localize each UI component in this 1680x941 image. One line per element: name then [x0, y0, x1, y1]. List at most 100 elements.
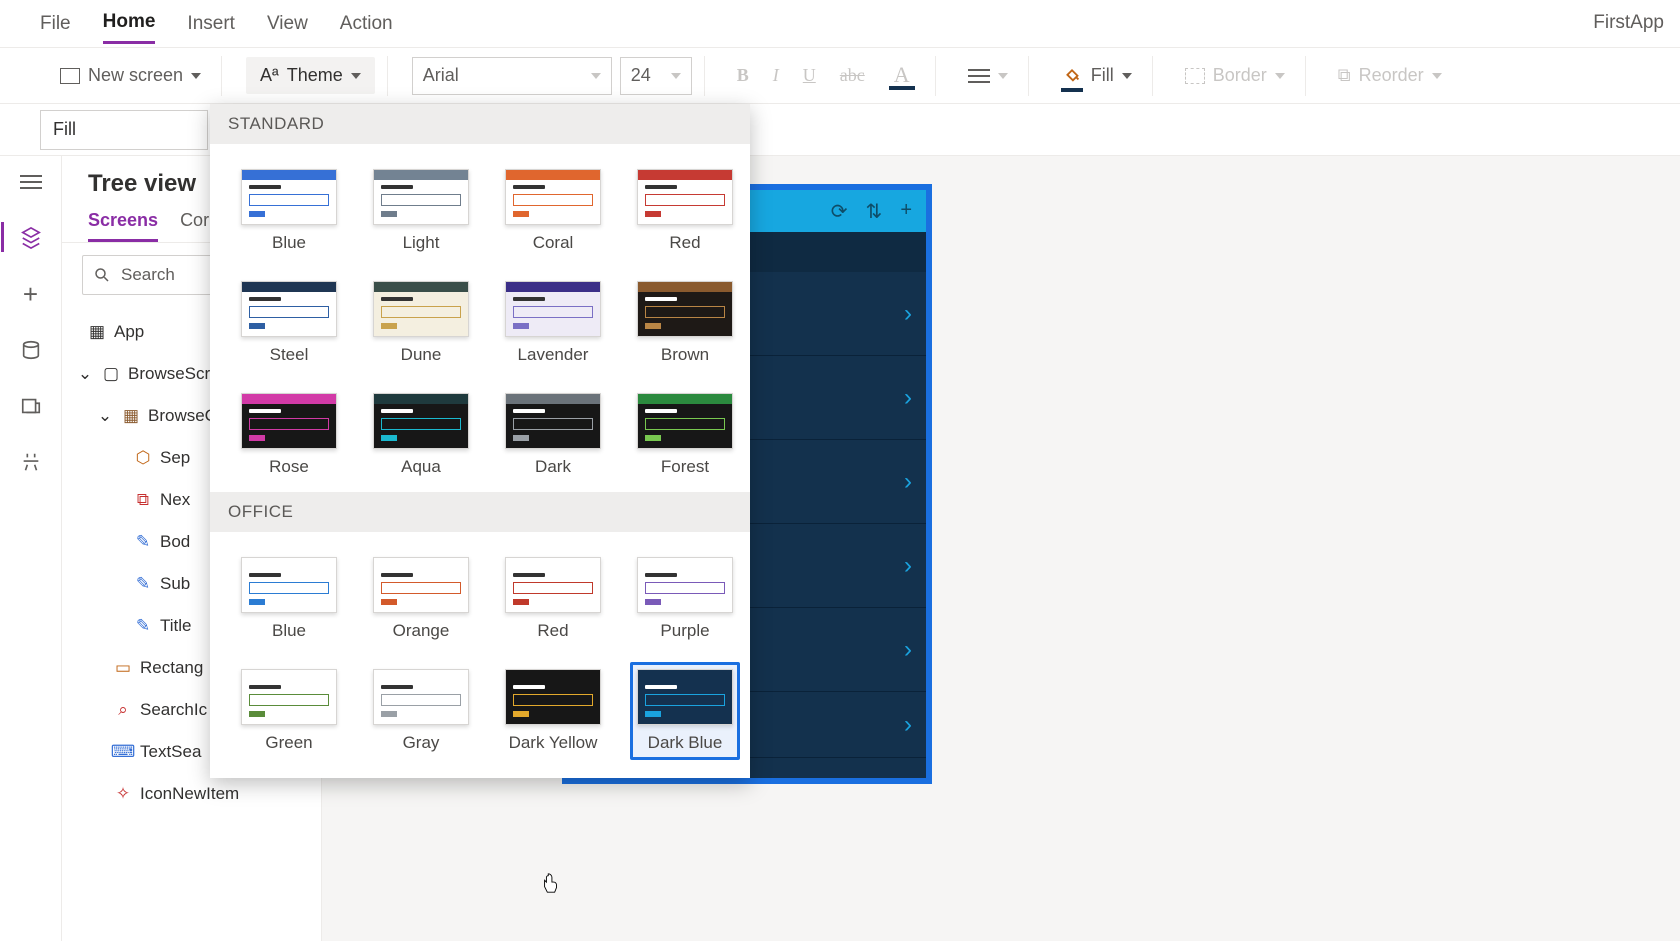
theme-option-blue[interactable]: Blue	[234, 162, 344, 260]
theme-preview	[241, 669, 337, 725]
theme-option-dark[interactable]: Dark	[498, 386, 608, 484]
chevron-down-icon	[1122, 73, 1132, 79]
tree-label: Title	[160, 616, 192, 636]
theme-section-standard: STANDARD	[210, 104, 750, 144]
menu-file[interactable]: File	[40, 5, 71, 43]
align-button[interactable]	[960, 65, 1016, 87]
hamburger-icon[interactable]	[19, 170, 43, 194]
tree-label: Bod	[160, 532, 190, 552]
strike-button[interactable]: abc	[832, 61, 873, 90]
theme-option-purple[interactable]: Purple	[630, 550, 740, 648]
gallery-icon: ▦	[122, 407, 140, 425]
font-select[interactable]: Arial	[412, 57, 612, 95]
theme-name: Blue	[272, 621, 306, 641]
theme-name: Red	[537, 621, 568, 641]
underline-button[interactable]: U	[795, 61, 824, 90]
menu-bar: File Home Insert View Action	[0, 0, 1680, 48]
theme-icon: Aª	[260, 65, 279, 86]
screen-icon	[60, 68, 80, 84]
theme-preview	[637, 169, 733, 225]
theme-option-steel[interactable]: Steel	[234, 274, 344, 372]
chevron-right-icon: ›	[904, 552, 912, 580]
menu-view[interactable]: View	[267, 5, 308, 43]
italic-button[interactable]: I	[765, 61, 787, 90]
theme-option-dark-blue[interactable]: Dark Blue	[630, 662, 740, 760]
theme-option-orange[interactable]: Orange	[366, 550, 476, 648]
fill-button[interactable]: Fill	[1053, 58, 1140, 93]
border-label: Border	[1213, 65, 1267, 86]
theme-name: Aqua	[401, 457, 441, 477]
theme-option-brown[interactable]: Brown	[630, 274, 740, 372]
theme-option-light[interactable]: Light	[366, 162, 476, 260]
chevron-down-icon	[1432, 73, 1442, 79]
reorder-button[interactable]: ⧉ Reorder	[1330, 61, 1450, 90]
new-screen-button[interactable]: New screen	[52, 61, 209, 90]
theme-preview	[373, 393, 469, 449]
theme-option-coral[interactable]: Coral	[498, 162, 608, 260]
plus-icon[interactable]: +	[900, 199, 912, 224]
tab-screens[interactable]: Screens	[88, 210, 158, 242]
theme-option-aqua[interactable]: Aqua	[366, 386, 476, 484]
theme-option-lavender[interactable]: Lavender	[498, 274, 608, 372]
theme-option-red[interactable]: Red	[498, 550, 608, 648]
theme-preview	[373, 169, 469, 225]
theme-name: Dark Yellow	[509, 733, 598, 753]
sort-icon[interactable]: ⇅	[866, 199, 883, 224]
chevron-down-icon	[671, 73, 681, 79]
chevron-right-icon: ›	[904, 468, 912, 496]
font-size-select[interactable]: 24	[620, 57, 692, 95]
theme-preview	[637, 281, 733, 337]
theme-option-dark-yellow[interactable]: Dark Yellow	[498, 662, 608, 760]
theme-preview	[637, 669, 733, 725]
menu-insert[interactable]: Insert	[187, 5, 235, 43]
label-icon: ✎	[134, 575, 152, 593]
theme-name: Red	[669, 233, 700, 253]
tab-components[interactable]: Cor	[180, 210, 209, 242]
textinput-icon: ⌨	[114, 743, 132, 761]
data-icon[interactable]	[19, 338, 43, 362]
border-button[interactable]: Border	[1177, 61, 1293, 90]
theme-name: Forest	[661, 457, 709, 477]
fill-icon	[1061, 62, 1083, 89]
theme-label: Theme	[287, 65, 343, 86]
theme-preview	[241, 393, 337, 449]
font-value: Arial	[423, 65, 459, 86]
theme-preview	[505, 393, 601, 449]
theme-option-forest[interactable]: Forest	[630, 386, 740, 484]
menu-action[interactable]: Action	[340, 5, 393, 43]
media-icon[interactable]	[19, 394, 43, 418]
theme-name: Light	[403, 233, 440, 253]
theme-option-rose[interactable]: Rose	[234, 386, 344, 484]
theme-option-gray[interactable]: Gray	[366, 662, 476, 760]
tree-view-icon[interactable]	[19, 226, 43, 250]
theme-option-green[interactable]: Green	[234, 662, 344, 760]
reorder-icon: ⧉	[1338, 65, 1351, 86]
theme-name: Dark	[535, 457, 571, 477]
app-icon: ▦	[88, 323, 106, 341]
theme-option-dune[interactable]: Dune	[366, 274, 476, 372]
refresh-icon[interactable]: ⟳	[831, 199, 848, 224]
font-color-button[interactable]: A	[881, 58, 923, 94]
align-icon	[968, 69, 990, 83]
tools-icon[interactable]	[19, 450, 43, 474]
theme-name: Steel	[270, 345, 309, 365]
theme-section-office: OFFICE	[210, 492, 750, 532]
theme-preview	[505, 169, 601, 225]
bold-button[interactable]: B	[729, 61, 757, 90]
theme-option-blue[interactable]: Blue	[234, 550, 344, 648]
separator-icon: ⬡	[134, 449, 152, 467]
insert-icon[interactable]: +	[19, 282, 43, 306]
tree-node[interactable]: ✧ IconNewItem	[62, 773, 321, 815]
theme-option-red[interactable]: Red	[630, 162, 740, 260]
fill-label: Fill	[1091, 65, 1114, 86]
property-select[interactable]: Fill	[40, 110, 208, 150]
theme-preview	[373, 281, 469, 337]
theme-name: Orange	[393, 621, 450, 641]
theme-name: Dark Blue	[648, 733, 723, 753]
menu-home[interactable]: Home	[103, 3, 156, 44]
tree-label: Sub	[160, 574, 190, 594]
chevron-down-icon: ⌄	[76, 365, 94, 383]
theme-button[interactable]: Aª Theme	[246, 57, 375, 94]
tree-label: Nex	[160, 490, 190, 510]
theme-preview	[505, 669, 601, 725]
